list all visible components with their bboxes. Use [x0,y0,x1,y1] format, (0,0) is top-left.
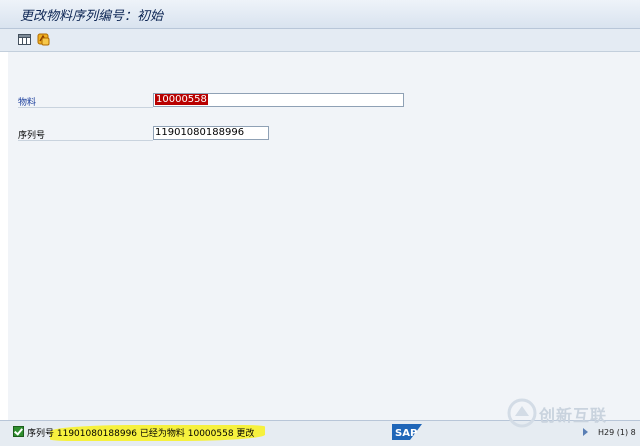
copy-icon[interactable] [36,32,51,47]
screen-body: 物料 10000558 序列号 11901080188996 [8,52,640,420]
title-bar: 更改物料序列编号：初始 [0,0,640,29]
success-check-icon [13,426,24,437]
work-area: 物料 10000558 序列号 11901080188996 [8,52,640,420]
material-label-underline [18,107,153,108]
application-toolbar [0,29,640,52]
serial-input[interactable]: 11901080188996 [153,126,269,140]
serial-label-underline [18,140,153,141]
watermark-text: 创新互联 [539,406,608,425]
window-title: 更改物料序列编号：初始 [20,9,164,24]
grid-icon[interactable] [17,32,32,47]
serial-input-value: 11901080188996 [155,127,245,138]
sap-logo-text: SAP [395,428,417,439]
watermark-logo-icon [507,398,537,428]
material-input[interactable]: 10000558 [153,93,404,107]
status-message[interactable]: 序列号 11901080188996 已经为物料 10000558 更改 [27,426,254,439]
material-input-value: 10000558 [155,94,208,105]
watermark: 创新互联 [505,396,640,436]
sap-logo-icon: SAP [392,424,422,440]
